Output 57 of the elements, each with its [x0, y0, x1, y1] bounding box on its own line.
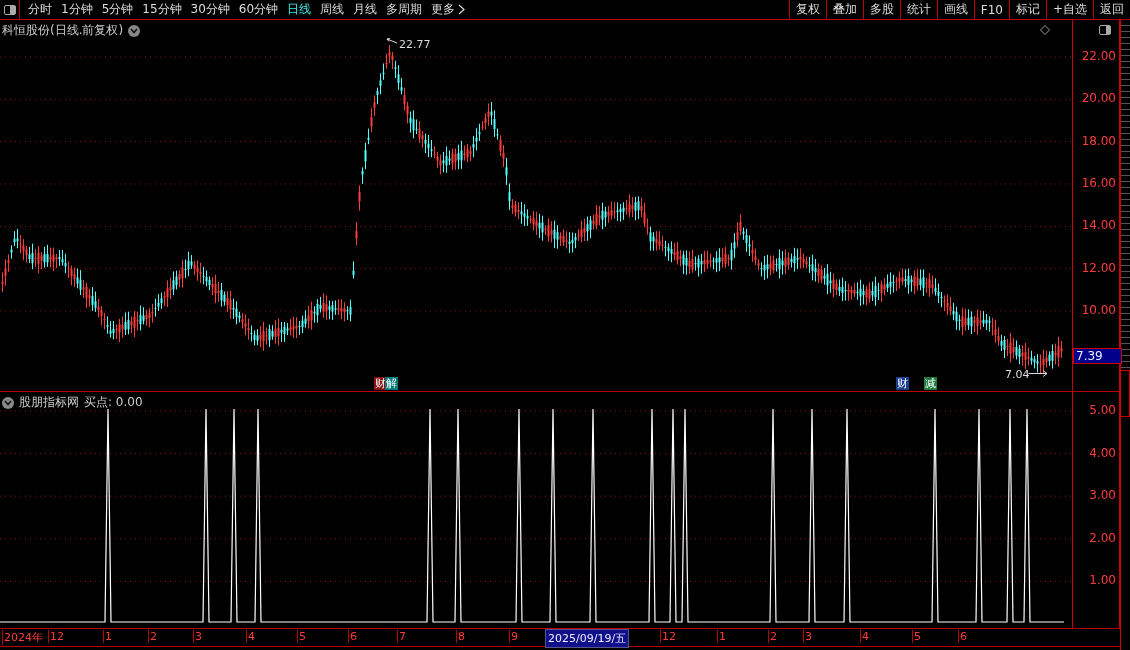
- high-price-label: 22.77: [399, 38, 431, 51]
- current-price-tag: 7.39: [1073, 348, 1122, 364]
- date-label: 4: [860, 630, 869, 643]
- indicator-name: 股朋指标网: [19, 394, 79, 411]
- period-tab[interactable]: 多周期: [386, 1, 423, 18]
- date-label: 3: [193, 630, 202, 643]
- date-label: 6: [348, 630, 357, 643]
- date-label: 2024年: [2, 630, 43, 645]
- axis-label: 5.00: [1089, 403, 1116, 417]
- axis-label: 2.00: [1089, 530, 1116, 545]
- date-label: 6: [958, 630, 967, 643]
- period-tab[interactable]: 5分钟: [101, 1, 134, 18]
- axis-label: 3.00: [1089, 488, 1116, 503]
- event-tag[interactable]: 减: [924, 377, 937, 390]
- period-tab[interactable]: 月线: [353, 1, 378, 18]
- axis-label: 12.00: [1081, 260, 1116, 275]
- date-label: 9: [509, 630, 518, 643]
- date-label: 7: [397, 630, 406, 643]
- axis-label: 1.00: [1089, 573, 1116, 588]
- axis-label: 22.00: [1081, 49, 1116, 63]
- chart-title: 科恒股份(日线.前复权): [2, 22, 124, 39]
- date-label: 1: [103, 630, 112, 643]
- date-label: 2: [148, 630, 157, 643]
- chevron-icon[interactable]: [458, 4, 466, 15]
- date-label: 5: [297, 630, 306, 643]
- axis-label: 14.00: [1081, 218, 1116, 233]
- axis-label: 18.00: [1081, 133, 1116, 148]
- period-tab[interactable]: 周线: [320, 1, 345, 18]
- arrow-icon: [386, 38, 398, 44]
- period-tab[interactable]: 30分钟: [190, 1, 230, 18]
- axis-label: 4.00: [1089, 445, 1116, 460]
- cursor-date-tag: 2025/09/19/五: [545, 629, 630, 648]
- date-label: 3: [803, 630, 812, 643]
- date-label: 1: [717, 630, 726, 643]
- axis-label: 20.00: [1081, 91, 1116, 106]
- dropdown-icon[interactable]: [128, 24, 141, 37]
- arrow-icon: [1028, 370, 1048, 377]
- date-label: 12: [660, 630, 676, 643]
- event-tag[interactable]: 财: [896, 377, 909, 390]
- date-label: 5: [912, 630, 921, 643]
- period-tab[interactable]: 1分钟: [61, 1, 93, 18]
- dropdown-icon[interactable]: [2, 396, 14, 409]
- date-label: 8: [456, 630, 465, 643]
- low-price-label: 7.04: [1005, 368, 1030, 381]
- period-tab[interactable]: 分时: [28, 1, 52, 18]
- period-tab[interactable]: 60分钟: [238, 1, 279, 18]
- date-label: 2: [768, 630, 777, 643]
- period-tab[interactable]: 日线: [287, 1, 312, 18]
- date-label: 4: [246, 630, 255, 643]
- panel-toggle-icon[interactable]: [1097, 23, 1113, 37]
- event-tag[interactable]: 解: [385, 377, 398, 390]
- date-label: 12: [48, 630, 64, 643]
- axis-label: 10.00: [1081, 302, 1116, 317]
- axis-label: 16.00: [1081, 176, 1116, 190]
- indicator-reading: 买点: 0.00: [84, 394, 143, 411]
- period-tab[interactable]: 更多: [431, 1, 456, 18]
- period-tab[interactable]: 15分钟: [142, 1, 182, 18]
